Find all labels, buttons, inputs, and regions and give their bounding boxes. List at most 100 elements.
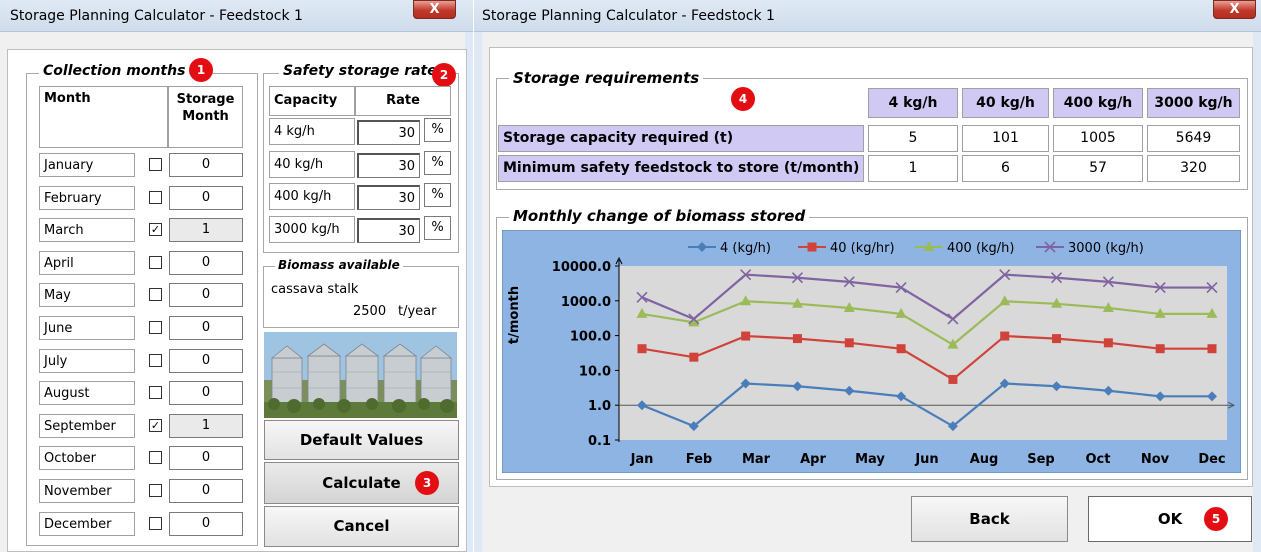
storage-month-value: 0 bbox=[169, 283, 243, 307]
safety-storage-rate-label: Safety storage rate bbox=[279, 63, 441, 79]
requirement-row-label: Storage capacity required (t) bbox=[498, 125, 864, 152]
series-point bbox=[1052, 334, 1062, 344]
y-tick-label: 10000.0 bbox=[552, 260, 611, 275]
right-close-button[interactable]: X bbox=[1213, 0, 1256, 19]
biomass-amount: 2500 bbox=[353, 304, 387, 319]
percent-unit: % bbox=[424, 151, 451, 175]
storage-month-value: 0 bbox=[169, 186, 243, 210]
series-point bbox=[1155, 344, 1165, 354]
month-label: April bbox=[39, 251, 135, 275]
requirement-value: 5649 bbox=[1147, 125, 1240, 152]
x-tick-label: Sep bbox=[1027, 452, 1055, 467]
badge-1: 1 bbox=[189, 58, 213, 82]
requirement-value: 101 bbox=[962, 125, 1049, 152]
rate-input[interactable]: 30 bbox=[357, 185, 420, 210]
month-column-header: Month bbox=[39, 86, 168, 148]
series-point bbox=[896, 344, 906, 354]
series-point bbox=[948, 374, 958, 384]
requirement-value: 5 bbox=[868, 125, 958, 152]
badge-2: 2 bbox=[432, 63, 456, 87]
biomass-available-label: Biomass available bbox=[275, 258, 403, 272]
month-checkbox[interactable] bbox=[149, 321, 162, 334]
series-point bbox=[1103, 338, 1113, 348]
badge-5: 5 bbox=[1204, 507, 1228, 531]
month-checkbox[interactable] bbox=[149, 484, 162, 497]
legend-label: 3000 (kg/h) bbox=[1068, 241, 1144, 256]
requirement-row-label: Minimum safety feedstock to store (t/mon… bbox=[498, 155, 864, 182]
storage-month-value: 0 bbox=[169, 153, 243, 177]
x-tick-label: Jun bbox=[914, 452, 938, 467]
month-checkbox[interactable] bbox=[149, 354, 162, 367]
requirement-value: 1005 bbox=[1053, 125, 1143, 152]
y-axis-title: t/month bbox=[507, 286, 522, 344]
left-titlebar: Storage Planning Calculator - Feedstock … bbox=[0, 0, 473, 32]
x-tick-label: Feb bbox=[686, 452, 712, 467]
storage-month-value: 0 bbox=[169, 381, 243, 405]
collection-months-label: Collection months bbox=[39, 63, 190, 79]
series-point bbox=[741, 331, 751, 341]
series-point bbox=[637, 344, 647, 354]
right-titlebar: Storage Planning Calculator - Feedstock … bbox=[474, 0, 1261, 32]
storage-month-value: 0 bbox=[169, 316, 243, 340]
x-tick-label: May bbox=[855, 452, 885, 467]
rate-input[interactable]: 30 bbox=[357, 153, 420, 178]
month-label: July bbox=[39, 349, 135, 373]
month-checkbox[interactable]: ✓ bbox=[149, 419, 162, 432]
month-checkbox[interactable] bbox=[149, 256, 162, 269]
capacity-label: 4 kg/h bbox=[269, 118, 355, 145]
storage-requirements-label: Storage requirements bbox=[509, 69, 704, 87]
chart-container: 0.1 1.0 10.0 100.0 1000.0 10000.0 t/month Jan Fe… bbox=[501, 229, 1242, 474]
series-point bbox=[844, 338, 854, 348]
capacity-label: 400 kg/h bbox=[269, 183, 355, 210]
x-tick-label: Oct bbox=[1086, 452, 1111, 467]
rate-input[interactable]: 30 bbox=[357, 218, 420, 243]
cancel-button[interactable]: Cancel bbox=[264, 506, 459, 547]
legend-label: 40 (kg/hr) bbox=[830, 241, 895, 256]
capacity-label: 40 kg/h bbox=[269, 151, 355, 178]
x-tick-label: Mar bbox=[742, 452, 771, 467]
x-tick-label: Dec bbox=[1198, 452, 1225, 467]
storage-month-value: 1 bbox=[169, 414, 243, 438]
x-tick-label: Nov bbox=[1141, 452, 1170, 467]
month-checkbox[interactable]: ✓ bbox=[149, 223, 162, 236]
month-checkbox[interactable] bbox=[149, 158, 162, 171]
month-label: March bbox=[39, 218, 135, 242]
month-label: June bbox=[39, 316, 135, 340]
series-point bbox=[792, 334, 802, 344]
default-values-button[interactable]: Default Values bbox=[264, 420, 459, 460]
y-tick-label: 1000.0 bbox=[561, 295, 611, 310]
requirement-value: 1 bbox=[868, 155, 958, 182]
percent-unit: % bbox=[424, 183, 451, 207]
capacity-column-header: 4 kg/h bbox=[868, 88, 958, 118]
capacity-column-header: 3000 kg/h bbox=[1147, 88, 1240, 118]
left-close-button[interactable]: X bbox=[413, 0, 456, 19]
back-button[interactable]: Back bbox=[911, 496, 1068, 542]
month-label: October bbox=[39, 446, 135, 470]
storage-month-value: 1 bbox=[169, 218, 243, 242]
month-label: May bbox=[39, 283, 135, 307]
right-window-title: Storage Planning Calculator - Feedstock … bbox=[482, 8, 775, 24]
y-tick-label: 0.1 bbox=[588, 434, 611, 449]
capacity-label: 3000 kg/h bbox=[269, 216, 355, 243]
storage-month-value: 0 bbox=[169, 349, 243, 373]
badge-4: 4 bbox=[731, 87, 755, 111]
rate-column-header: Rate bbox=[355, 86, 451, 116]
percent-unit: % bbox=[424, 118, 451, 142]
storage-month-value: 0 bbox=[169, 446, 243, 470]
series-point bbox=[807, 242, 817, 252]
month-checkbox[interactable] bbox=[149, 386, 162, 399]
month-label: December bbox=[39, 512, 135, 536]
x-tick-label: Jan bbox=[630, 452, 654, 467]
month-label: January bbox=[39, 153, 135, 177]
biomass-unit: t/year bbox=[398, 304, 437, 319]
month-label: September bbox=[39, 414, 135, 438]
month-checkbox[interactable] bbox=[149, 288, 162, 301]
series-point bbox=[1207, 344, 1217, 354]
series-point bbox=[1000, 331, 1010, 341]
rate-input[interactable]: 30 bbox=[357, 120, 420, 145]
month-checkbox[interactable] bbox=[149, 517, 162, 530]
month-checkbox[interactable] bbox=[149, 451, 162, 464]
month-label: November bbox=[39, 479, 135, 503]
y-tick-label: 1.0 bbox=[588, 399, 611, 414]
month-checkbox[interactable] bbox=[149, 191, 162, 204]
